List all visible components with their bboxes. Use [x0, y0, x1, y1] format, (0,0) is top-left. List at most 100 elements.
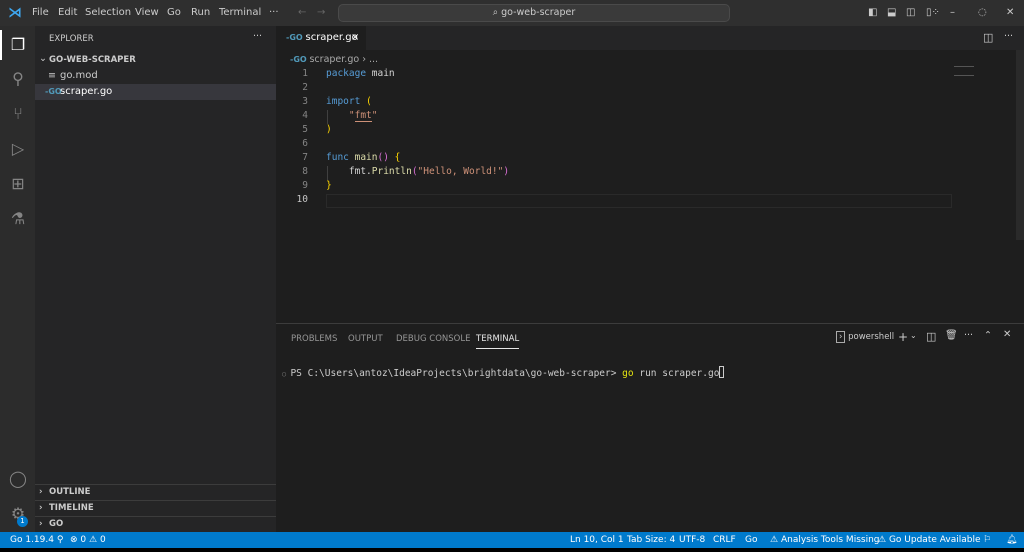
restore-icon[interactable]: ◌ — [978, 7, 987, 18]
breadcrumb-more[interactable]: › ... — [362, 54, 378, 65]
editor-area: -GO scraper.go × ◫ ··· -GO scraper.go › … — [276, 26, 1024, 323]
error-icon: ⊗ — [70, 535, 78, 545]
menu-go[interactable]: Go — [167, 7, 181, 18]
menu-run[interactable]: Run — [191, 7, 210, 18]
string: " — [326, 110, 355, 121]
terminal-prompt: PS C:\Users\antoz\IdeaProjects\brightdat… — [290, 368, 623, 379]
tab-bar: -GO scraper.go × ◫ ··· — [276, 26, 1024, 50]
tab-problems[interactable]: PROBLEMS — [291, 334, 337, 344]
search-icon[interactable]: ⚲ — [7, 68, 29, 90]
testing-icon[interactable]: ⚗ — [7, 208, 29, 230]
tab-size[interactable]: Tab Size: 4 — [627, 532, 675, 548]
terminal-shell-selector[interactable]: › powershell — [836, 331, 894, 343]
menu-more[interactable]: ··· — [269, 7, 279, 18]
file-scraper-go[interactable]: -GO scraper.go — [35, 84, 276, 100]
current-line-highlight — [326, 194, 952, 208]
folder-go-web-scraper[interactable]: ⌄ GO-WEB-SCRAPER — [35, 52, 276, 68]
code-editor[interactable]: 1 2 3 4 5 6 7 8 9 10 package main import ( "fmt" … — [276, 68, 976, 208]
extensions-icon[interactable]: ⊞ — [7, 173, 29, 195]
line-number: 8 — [302, 166, 308, 177]
menu-view[interactable]: View — [135, 7, 159, 18]
code-line-5: ) — [326, 124, 332, 135]
go-update-available[interactable]: ⚠ Go Update Available — [878, 532, 981, 548]
identifier: fmt. — [326, 166, 372, 177]
warning-icon: ⚠ — [89, 535, 98, 545]
tab-scraper-go[interactable]: -GO scraper.go × — [276, 26, 366, 50]
toggle-secondary-sidebar-icon[interactable]: ◫ — [906, 7, 915, 18]
menu-selection[interactable]: Selection — [85, 7, 131, 18]
title-bar: ⋊ File Edit Selection View Go Run Termin… — [0, 0, 1024, 26]
split-terminal-icon[interactable]: ◫ — [926, 330, 936, 343]
notifications-bell-icon[interactable]: 🔔︎ — [1006, 532, 1017, 548]
settings-badge: 1 — [17, 516, 28, 527]
chevron-right-icon: › — [39, 503, 43, 513]
language-mode[interactable]: Go — [745, 532, 757, 548]
section-go[interactable]: › GO — [35, 516, 276, 532]
minimize-icon[interactable]: – — [950, 7, 955, 18]
menu-file[interactable]: File — [32, 7, 49, 18]
chevron-down-icon[interactable]: ⌄ — [910, 331, 917, 340]
breadcrumb[interactable]: -GO scraper.go › ... — [290, 54, 378, 65]
code-line-7: func main() { — [326, 152, 400, 163]
code-line-4: "fmt" — [326, 110, 378, 122]
more-actions-icon[interactable]: ··· — [964, 330, 973, 341]
minimap[interactable] — [954, 66, 974, 76]
section-timeline[interactable]: › TIMELINE — [35, 500, 276, 516]
editor-scrollbar[interactable] — [1016, 50, 1024, 240]
breadcrumb-file[interactable]: scraper.go — [309, 54, 359, 65]
new-terminal-icon[interactable]: + — [898, 330, 908, 344]
cursor-position[interactable]: Ln 10, Col 1 — [570, 532, 624, 548]
line-number: 7 — [302, 152, 308, 163]
vscode-logo-icon: ⋊ — [8, 5, 22, 21]
problems-status[interactable]: ⊗ 0 ⚠ 0 — [70, 532, 106, 548]
line-number: 1 — [302, 68, 308, 79]
menu-terminal[interactable]: Terminal — [219, 7, 261, 18]
explorer-more-button[interactable]: ··· — [253, 31, 262, 42]
close-tab-icon[interactable]: × — [351, 26, 359, 50]
split-editor-icon[interactable]: ◫ — [983, 31, 993, 44]
go-file-icon: -GO — [286, 33, 306, 42]
bracket: () — [377, 152, 389, 163]
keyword: import — [326, 96, 361, 107]
status-bar: Go 1.19.4 ⚲ ⊗ 0 ⚠ 0 Ln 10, Col 1 Tab Siz… — [0, 532, 1024, 548]
maximize-panel-icon[interactable]: ⌃ — [984, 330, 992, 341]
editor-more-icon[interactable]: ··· — [1004, 31, 1013, 42]
close-panel-icon[interactable]: ✕ — [1003, 329, 1011, 340]
encoding[interactable]: UTF-8 — [679, 532, 705, 548]
go-version[interactable]: Go 1.19.4 ⚲ — [10, 532, 63, 548]
warning-icon: ⚠ — [878, 535, 887, 545]
account-icon[interactable]: ◯ — [7, 468, 29, 490]
error-count: 0 — [80, 535, 87, 545]
section-label: GO — [49, 519, 64, 529]
trash-icon[interactable]: 🗑 — [945, 330, 958, 341]
pin-icon: ⚲ — [56, 535, 64, 545]
section-outline[interactable]: › OUTLINE — [35, 484, 276, 500]
command-center-label: go-web-scraper — [501, 7, 576, 18]
terminal-cursor — [719, 366, 725, 378]
analysis-tools-missing[interactable]: ⚠ Analysis Tools Missing — [770, 532, 880, 548]
line-number: 3 — [302, 96, 308, 107]
forward-arrow-icon[interactable]: → — [317, 7, 325, 18]
tab-debug-console[interactable]: DEBUG CONSOLE — [396, 334, 470, 344]
code-line-1: package main — [326, 68, 395, 79]
menu-edit[interactable]: Edit — [58, 7, 77, 18]
terminal-command-args: run scraper.go — [633, 368, 720, 379]
explorer-icon[interactable]: ❐ — [7, 34, 29, 56]
file-go-mod[interactable]: ≡ go.mod — [35, 68, 276, 84]
terminal-output[interactable]: ○ PS C:\Users\antoz\IdeaProjects\brightd… — [282, 366, 725, 379]
tab-output[interactable]: OUTPUT — [348, 334, 383, 344]
feedback-icon[interactable]: ⚐ — [983, 532, 991, 548]
string: fmt — [354, 110, 372, 122]
tab-terminal[interactable]: TERMINAL — [476, 334, 520, 349]
source-control-icon[interactable]: ⑂ — [7, 103, 29, 125]
command-center[interactable]: ⌕ go-web-scraper — [338, 4, 730, 22]
run-debug-icon[interactable]: ▷ — [7, 138, 29, 160]
back-arrow-icon[interactable]: ← — [298, 7, 306, 18]
toggle-sidebar-icon[interactable]: ◧ — [868, 7, 877, 18]
folder-label: GO-WEB-SCRAPER — [49, 55, 136, 65]
customize-layout-icon[interactable]: ▯⁘ — [926, 7, 940, 18]
warning-icon: ⚠ — [770, 535, 779, 545]
toggle-panel-icon[interactable]: ⬓ — [887, 7, 896, 18]
line-ending[interactable]: CRLF — [713, 532, 736, 548]
close-window-icon[interactable]: ✕ — [1006, 7, 1014, 18]
